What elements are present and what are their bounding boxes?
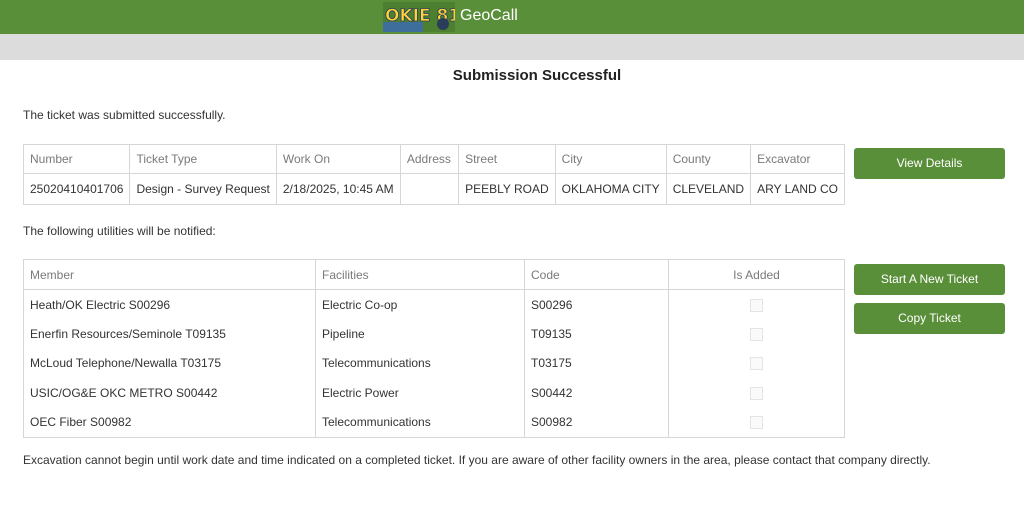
column-header: Ticket Type [129, 144, 277, 174]
column-header: Address [399, 144, 460, 174]
footer-note: Excavation cannot begin until work date … [23, 453, 931, 467]
street: PEEBLY ROAD [458, 173, 556, 205]
page-title: Submission Successful [452, 67, 622, 84]
table-row: McLoud Telephone/Newalla T03175 Telecomm… [23, 348, 845, 378]
app-name: GeoCall [460, 7, 518, 24]
table-row: Heath/OK Electric S00296 Electric Co-op … [23, 289, 845, 319]
table-row: OEC Fiber S00982 Telecommunications S009… [23, 407, 845, 438]
member-code: T03175 [524, 348, 669, 378]
column-header: Street [458, 144, 556, 174]
facilities: Telecommunications [315, 407, 525, 438]
column-header: Facilities [315, 259, 525, 290]
member-name: Heath/OK Electric S00296 [23, 289, 316, 319]
member-name: USIC/OG&E OKC METRO S00442 [23, 378, 316, 408]
member-name: OEC Fiber S00982 [23, 407, 316, 438]
is-added-checkbox[interactable] [750, 416, 763, 430]
facilities: Electric Power [315, 378, 525, 408]
is-added-checkbox[interactable] [750, 327, 763, 341]
top-bar: OKIE 811 GeoCall [0, 0, 1024, 34]
ticket-type: Design - Survey Request [129, 173, 277, 205]
column-header: Excavator [750, 144, 845, 174]
start-new-ticket-button[interactable]: Start A New Ticket [854, 264, 1005, 295]
is-added-checkbox[interactable] [750, 298, 763, 312]
member-code: T09135 [524, 319, 669, 349]
address [399, 173, 460, 205]
column-header: Number [22, 144, 131, 174]
member-code: S00442 [524, 378, 669, 408]
is-added-checkbox[interactable] [750, 357, 763, 371]
facilities: Telecommunications [315, 348, 525, 378]
column-header: Work On [275, 144, 401, 174]
member-code: S00982 [524, 407, 669, 438]
column-header: Member [23, 259, 316, 290]
okie-811-logo[interactable]: OKIE 811 [383, 2, 455, 32]
excavator: ARY LAND CO [750, 173, 845, 205]
utilities-message: The following utilities will be notified… [23, 224, 216, 238]
city: OKLAHOMA CITY [554, 173, 667, 205]
sub-bar [0, 34, 1024, 60]
utilities-table: Member Facilities Code Is Added Heath/OK… [23, 259, 845, 438]
column-header: City [554, 144, 667, 174]
column-header: Code [524, 259, 669, 290]
column-header: Is Added [668, 259, 845, 290]
ticket-header-row: Number Ticket Type Work On Address Stree… [22, 144, 845, 174]
success-message: The ticket was submitted successfully. [23, 108, 226, 122]
ticket-table: Number Ticket Type Work On Address Stree… [22, 144, 845, 205]
facilities: Pipeline [315, 319, 525, 349]
copy-ticket-button[interactable]: Copy Ticket [854, 303, 1005, 334]
table-row: 25020410401706 Design - Survey Request 2… [22, 173, 845, 205]
view-details-button[interactable]: View Details [854, 148, 1005, 179]
table-row: Enerfin Resources/Seminole T09135 Pipeli… [23, 319, 845, 349]
member-code: S00296 [524, 289, 669, 319]
member-name: Enerfin Resources/Seminole T09135 [23, 319, 316, 349]
member-name: McLoud Telephone/Newalla T03175 [23, 348, 316, 378]
is-added-checkbox[interactable] [750, 386, 763, 400]
county: CLEVELAND [665, 173, 752, 205]
facilities: Electric Co-op [315, 289, 525, 319]
column-header: County [665, 144, 752, 174]
ticket-number: 25020410401706 [22, 173, 131, 205]
utilities-header-row: Member Facilities Code Is Added [23, 259, 845, 290]
work-on: 2/18/2025, 10:45 AM [275, 173, 401, 205]
table-row: USIC/OG&E OKC METRO S00442 Electric Powe… [23, 378, 845, 408]
